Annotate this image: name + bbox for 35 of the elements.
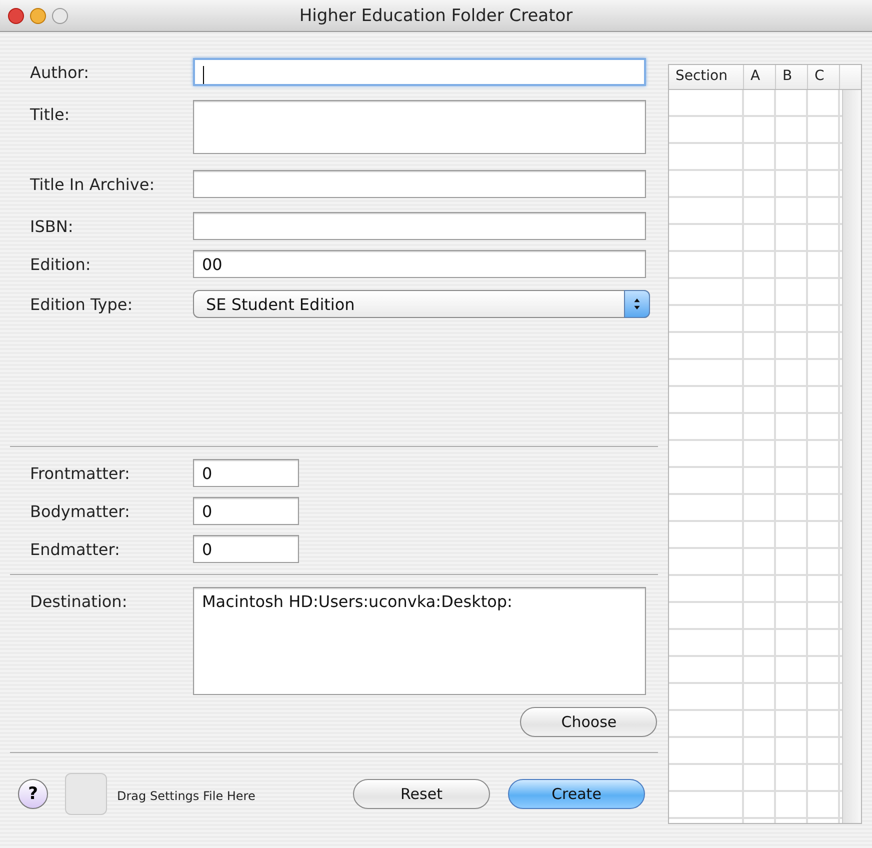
stepper-arrows-icon [624, 290, 650, 318]
field-label: Edition Type: [30, 294, 134, 314]
window-control-icon[interactable] [30, 8, 46, 24]
field-label: Frontmatter: [30, 463, 131, 483]
window-control-icon[interactable] [8, 8, 24, 24]
field-label: Endmatter: [30, 539, 121, 559]
field-label: Bodymatter: [30, 501, 131, 521]
window-control-icon[interactable] [52, 8, 68, 24]
column-header[interactable]: B [776, 65, 808, 89]
field-label: ISBN: [30, 216, 74, 236]
field-label: Title: [30, 104, 71, 124]
text-area[interactable] [193, 100, 646, 154]
field-label: Title In Archive: [30, 174, 156, 194]
text-field[interactable]: 0 [193, 535, 299, 563]
text-field[interactable] [193, 170, 646, 198]
text-area[interactable]: Macintosh HD:Users:uconvka:Desktop: [193, 587, 646, 695]
column-header[interactable]: A [744, 65, 776, 89]
text-field[interactable]: 0 [193, 497, 299, 525]
window-title: Higher Education Folder Creator [299, 6, 573, 26]
text-field[interactable] [193, 58, 646, 86]
column-header[interactable]: C [808, 65, 840, 89]
text-field[interactable]: 0 [193, 459, 299, 487]
reset-button[interactable]: Reset [353, 779, 490, 809]
help-button[interactable]: ? [18, 779, 48, 809]
text-field[interactable] [193, 212, 646, 240]
popup-menu[interactable]: SE Student Edition [193, 290, 650, 318]
choose-button[interactable]: Choose [520, 707, 658, 737]
drop-hint: Drag Settings File Here [117, 788, 256, 803]
create-button[interactable]: Create [508, 779, 645, 809]
scrollbar[interactable] [842, 90, 861, 823]
field-label: Destination: [30, 591, 128, 611]
field-label: Author: [30, 62, 90, 82]
column-header[interactable]: Section [669, 65, 744, 89]
text-field[interactable]: 00 [193, 250, 646, 278]
field-label: Edition: [30, 254, 92, 274]
